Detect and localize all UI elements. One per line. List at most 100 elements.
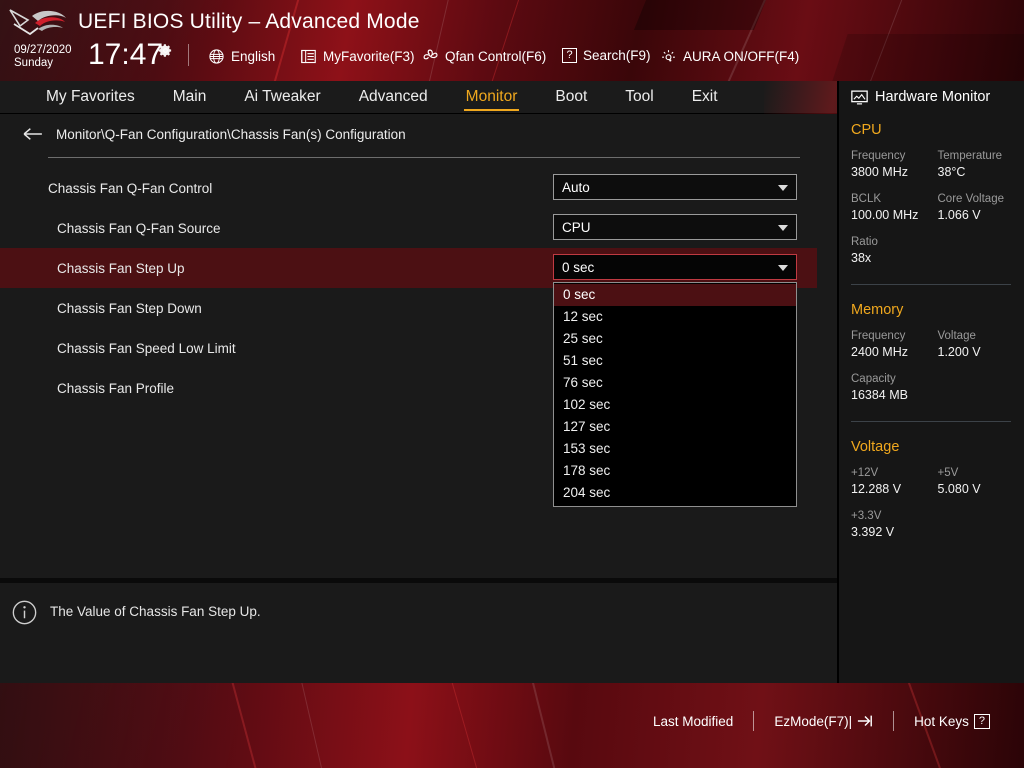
dropdown-option[interactable]: 102 sec xyxy=(554,394,796,416)
sidebar-group-voltage: Voltage xyxy=(851,439,900,455)
sidebar-group-memory: Memory xyxy=(851,302,904,318)
tab-monitor[interactable]: Monitor xyxy=(460,85,524,111)
fan-icon xyxy=(423,49,438,60)
metric-value: 3800 MHz xyxy=(851,165,908,179)
metric-key: Capacity xyxy=(851,373,896,385)
header-item-search[interactable]: ? Search(F9) xyxy=(562,48,651,63)
sidebar-metric: Core Voltage 1.066 V xyxy=(938,191,1024,224)
monitor-icon xyxy=(851,89,868,104)
header-item-qfan-control[interactable]: Qfan Control(F6) xyxy=(422,48,546,65)
sidebar-pair: Frequency 2400 MHz Voltage 1.200 V xyxy=(851,328,1024,361)
metric-value: 38°C xyxy=(937,165,966,179)
metric-key: +3.3V xyxy=(851,510,882,522)
select-value: 0 sec xyxy=(562,259,595,275)
footer-last-modified[interactable]: Last Modified xyxy=(633,714,753,729)
metric-value: 1.066 V xyxy=(937,208,981,222)
metric-key: BCLK xyxy=(851,193,882,205)
setting-label: Chassis Fan Q-Fan Source xyxy=(57,220,221,236)
metric-value: 2400 MHz xyxy=(851,345,908,359)
sidebar-metric: Frequency 2400 MHz xyxy=(851,328,938,361)
back-arrow-icon[interactable] xyxy=(22,126,44,142)
header-item-aura[interactable]: AURA ON/OFF(F4) xyxy=(660,48,799,65)
tab-ai-tweaker[interactable]: Ai Tweaker xyxy=(238,85,326,110)
header-item-label: Search(F9) xyxy=(583,48,651,63)
footer-actions: Last Modified EzMode(F7)| Hot Keys ? xyxy=(633,711,1010,731)
tab-tool[interactable]: Tool xyxy=(619,85,659,110)
footer-streak xyxy=(450,683,482,768)
dropdown-option[interactable]: 25 sec xyxy=(554,328,796,350)
header-divider xyxy=(188,44,189,66)
clock-value: 17:47 xyxy=(88,38,164,71)
setting-label: Chassis Fan Profile xyxy=(57,380,175,396)
footer-streak xyxy=(530,683,559,768)
select-value: Auto xyxy=(562,179,590,195)
metric-value: 1.200 V xyxy=(937,345,981,359)
tab-main[interactable]: Main xyxy=(167,85,213,110)
date-value: 09/27/2020 xyxy=(14,44,72,56)
select-qfan-control[interactable]: Auto xyxy=(553,174,797,200)
breadcrumb: Monitor\Q-Fan Configuration\Chassis Fan(… xyxy=(0,114,837,154)
help-text: The Value of Chassis Fan Step Up. xyxy=(50,604,261,619)
sidebar-metric: +12V 12.288 V xyxy=(851,465,938,498)
dropdown-option[interactable]: 0 sec xyxy=(554,284,796,306)
setting-row-qfan-control[interactable]: Chassis Fan Q-Fan Control Auto xyxy=(0,168,837,208)
header-item-english[interactable]: English xyxy=(208,48,275,65)
sidebar-title: Hardware Monitor xyxy=(851,89,1024,105)
header-streak xyxy=(423,0,451,81)
footer-streak xyxy=(230,683,260,768)
setting-row-qfan-source[interactable]: Chassis Fan Q-Fan Source CPU xyxy=(0,208,837,248)
weekday-value: Sunday xyxy=(14,57,54,69)
footer-hot-keys[interactable]: Hot Keys ? xyxy=(894,713,1010,729)
header-item-label: Qfan Control(F6) xyxy=(445,49,547,64)
footer-item-label: Hot Keys xyxy=(914,713,969,729)
tab-my-favorites[interactable]: My Favorites xyxy=(40,85,141,110)
metric-key: Frequency xyxy=(851,150,906,162)
tab-exit[interactable]: Exit xyxy=(686,85,724,110)
aura-icon xyxy=(662,50,675,62)
metric-value: 38x xyxy=(851,251,872,265)
chevron-down-icon xyxy=(778,225,788,231)
sidebar-metric: Temperature 38°C xyxy=(938,148,1024,181)
dropdown-option[interactable]: 127 sec xyxy=(554,416,796,438)
dropdown-option[interactable]: 204 sec xyxy=(554,482,796,504)
dropdown-option[interactable]: 51 sec xyxy=(554,350,796,372)
list-icon xyxy=(301,49,316,64)
sidebar-metric: BCLK 100.00 MHz xyxy=(851,191,938,224)
footer-streak xyxy=(300,683,326,768)
dropdown-option[interactable]: 76 sec xyxy=(554,372,796,394)
dropdown-option[interactable]: 12 sec xyxy=(554,306,796,328)
header-streak xyxy=(486,0,521,81)
globe-icon xyxy=(209,49,224,64)
exit-arrow-icon xyxy=(857,715,873,727)
dropdown-step-up-options[interactable]: 0 sec 12 sec 25 sec 51 sec 76 sec 102 se… xyxy=(553,282,797,507)
sidebar-pair: Ratio 38x xyxy=(851,234,1024,267)
bios-screen: UEFI BIOS Utility – Advanced Mode 09/27/… xyxy=(0,0,1024,768)
metric-key: Ratio xyxy=(851,236,878,248)
select-step-up[interactable]: 0 sec xyxy=(553,254,797,280)
setting-label: Chassis Fan Q-Fan Control xyxy=(48,180,213,196)
tab-boot[interactable]: Boot xyxy=(549,85,593,110)
header-item-label: English xyxy=(231,49,276,64)
sidebar-pair: BCLK 100.00 MHz Core Voltage 1.066 V xyxy=(851,191,1024,224)
header-item-myfavorite[interactable]: MyFavorite(F3) xyxy=(300,48,415,65)
sidebar-divider xyxy=(851,421,1011,422)
date-display: 09/27/2020 Sunday xyxy=(14,44,72,70)
header-bar: UEFI BIOS Utility – Advanced Mode 09/27/… xyxy=(0,0,1024,81)
dropdown-option[interactable]: 153 sec xyxy=(554,438,796,460)
gear-icon[interactable] xyxy=(158,43,173,58)
metric-value: 3.392 V xyxy=(851,525,895,539)
setting-label: Chassis Fan Step Down xyxy=(57,300,202,316)
sidebar-pair: Capacity 16384 MB xyxy=(851,371,1024,404)
header-shape xyxy=(832,34,1024,81)
question-box-icon: ? xyxy=(562,48,577,63)
tab-advanced[interactable]: Advanced xyxy=(353,85,434,110)
chevron-down-icon xyxy=(778,265,788,271)
metric-value: 16384 MB xyxy=(851,388,908,402)
dropdown-option[interactable]: 178 sec xyxy=(554,460,796,482)
setting-label: Chassis Fan Step Up xyxy=(57,260,185,276)
chevron-down-icon xyxy=(778,185,788,191)
metric-value: 100.00 MHz xyxy=(851,208,919,222)
metric-key: +5V xyxy=(937,467,959,479)
footer-ezmode[interactable]: EzMode(F7)| xyxy=(754,714,893,729)
select-qfan-source[interactable]: CPU xyxy=(553,214,797,240)
